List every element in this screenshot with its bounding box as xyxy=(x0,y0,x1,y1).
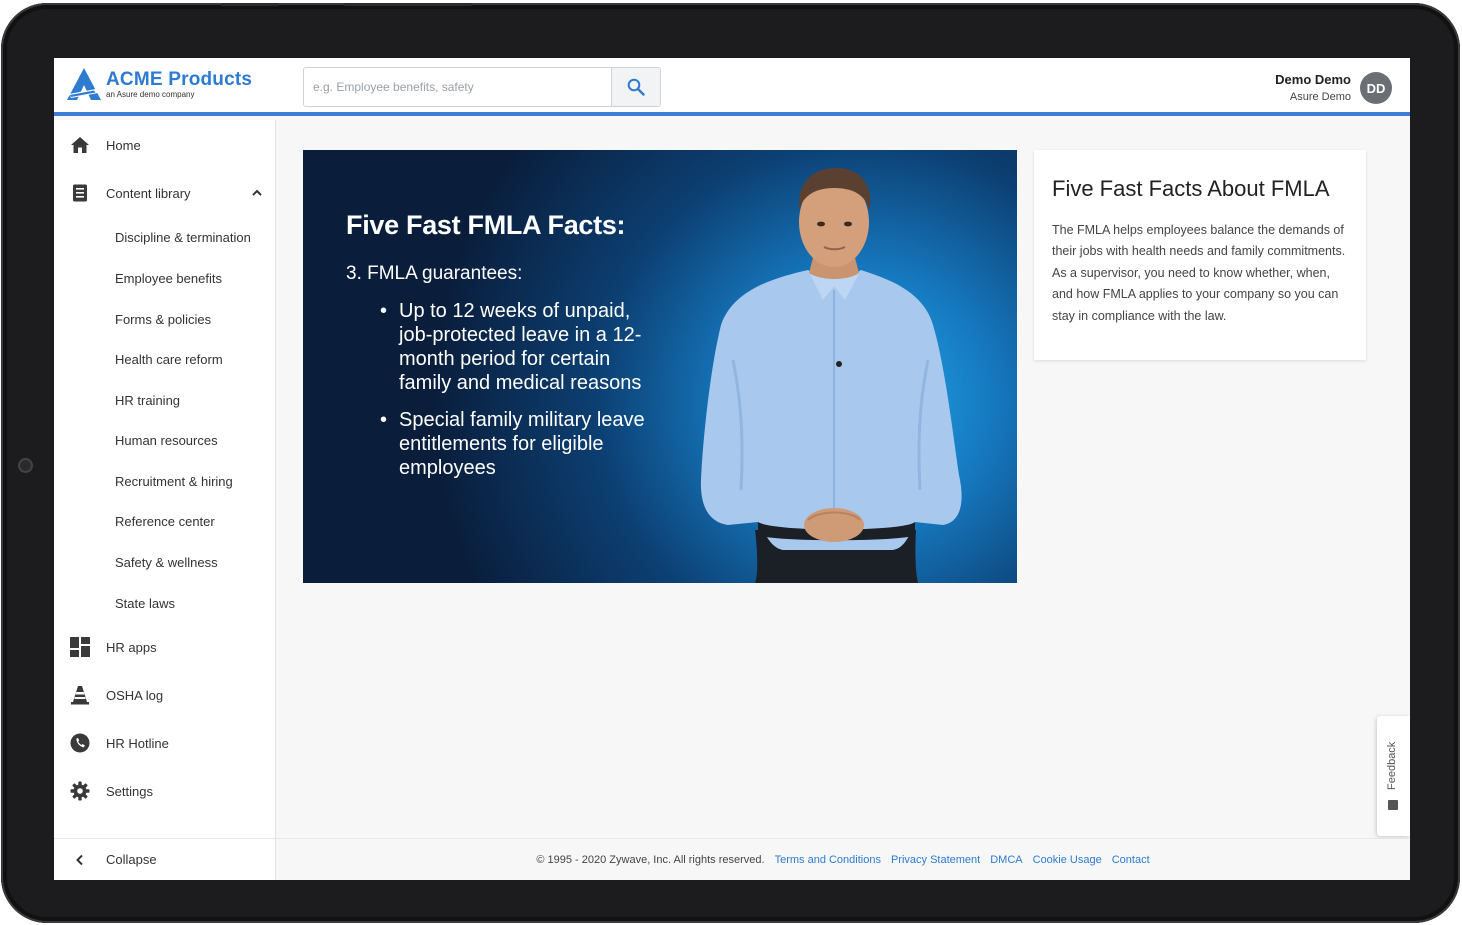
collapse-button[interactable]: Collapse xyxy=(54,838,275,880)
copyright-text: © 1995 - 2020 Zywave, Inc. All rights re… xyxy=(536,853,765,866)
dmca-link[interactable]: DMCA xyxy=(990,854,1022,866)
chevron-left-icon xyxy=(69,849,91,871)
sidebar-subitem-recruitment-hiring[interactable]: Recruitment & hiring xyxy=(54,467,275,495)
tablet-frame: ACME Products an Asure demo company Demo… xyxy=(1,3,1460,923)
collapse-label: Collapse xyxy=(106,852,157,867)
top-header: ACME Products an Asure demo company Demo… xyxy=(54,58,1410,116)
apps-grid-icon xyxy=(69,636,91,658)
sidebar-subitem-label: State laws xyxy=(115,595,175,611)
sidebar-item-settings[interactable]: Settings xyxy=(54,773,275,809)
search-button[interactable] xyxy=(611,68,660,106)
sidebar-item-content-library[interactable]: Content library xyxy=(54,175,275,211)
sidebar-subitem-label: Forms & policies xyxy=(115,311,212,327)
search-input[interactable] xyxy=(304,68,612,106)
sidebar-subitem-hr-training[interactable]: HR training xyxy=(54,386,275,414)
sidebar-item-label: Content library xyxy=(106,185,191,201)
sidebar-subitem-employee-benefits[interactable]: Employee benefits xyxy=(54,264,275,292)
volume-button xyxy=(344,3,472,6)
sidebar-item-label: HR Hotline xyxy=(106,735,169,751)
sidebar-subitem-label: Reference center xyxy=(115,513,215,529)
fact-card: Five Fast Facts About FMLA The FMLA help… xyxy=(1034,150,1366,360)
search-box xyxy=(303,67,661,107)
app-screen: ACME Products an Asure demo company Demo… xyxy=(54,58,1410,880)
sidebar-item-label: Settings xyxy=(106,783,153,799)
sidebar-subitem-human-resources[interactable]: Human resources xyxy=(54,426,275,454)
sidebar-item-hr-hotline[interactable]: HR Hotline xyxy=(54,725,275,761)
chevron-up-icon[interactable] xyxy=(251,187,263,199)
privacy-link[interactable]: Privacy Statement xyxy=(891,854,980,866)
sidebar-item-home[interactable]: Home xyxy=(54,127,275,163)
sidebar-subitem-label: Discipline & termination xyxy=(115,229,251,245)
sidebar-subitem-label: Safety & wellness xyxy=(115,554,218,570)
document-list-icon xyxy=(69,182,91,204)
fact-card-title: Five Fast Facts About FMLA xyxy=(1052,176,1330,201)
sidebar-subitem-discipline[interactable]: Discipline & termination xyxy=(54,223,275,251)
sidebar-subitem-reference-center[interactable]: Reference center xyxy=(54,507,275,535)
footer: © 1995 - 2020 Zywave, Inc. All rights re… xyxy=(276,838,1410,880)
home-icon xyxy=(69,134,91,156)
sidebar-item-osha-log[interactable]: OSHA log xyxy=(54,677,275,713)
sidebar: Home Content library Discipline & termin… xyxy=(54,120,276,880)
sidebar-subitem-state-laws[interactable]: State laws xyxy=(54,589,275,617)
sidebar-subitem-label: Human resources xyxy=(115,432,218,448)
cookie-usage-link[interactable]: Cookie Usage xyxy=(1033,854,1102,866)
sidebar-subitem-label: Employee benefits xyxy=(115,270,222,286)
video-player[interactable]: Five Fast FMLA Facts: 3. FMLA guarantees… xyxy=(303,150,1017,583)
sidebar-item-label: Home xyxy=(106,137,141,153)
logo-title: ACME Products xyxy=(106,69,253,90)
gear-icon xyxy=(69,780,91,802)
user-org: Asure Demo xyxy=(1289,91,1351,103)
acme-logo[interactable]: ACME Products an Asure demo company xyxy=(66,67,276,103)
search-icon xyxy=(627,78,645,96)
fact-card-body: The FMLA helps employees balance the dem… xyxy=(1052,223,1346,323)
sidebar-subitem-safety-wellness[interactable]: Safety & wellness xyxy=(54,548,275,576)
avatar[interactable]: DD xyxy=(1360,72,1392,104)
user-info: Demo Demo Asure Demo xyxy=(1275,71,1351,105)
feedback-icon xyxy=(1388,800,1398,810)
sidebar-subitem-label: HR training xyxy=(115,392,181,408)
sidebar-subitem-label: Health care reform xyxy=(115,351,223,367)
logo-subtitle: an Asure demo company xyxy=(106,90,195,99)
presenter-image xyxy=(700,168,962,583)
logo-mark-icon xyxy=(67,68,101,100)
sidebar-item-label: HR apps xyxy=(106,639,157,655)
sidebar-subitem-forms-policies[interactable]: Forms & policies xyxy=(54,305,275,333)
user-menu[interactable]: Demo Demo Asure Demo DD xyxy=(1275,70,1392,106)
sidebar-subitem-label: Recruitment & hiring xyxy=(115,473,233,489)
terms-link[interactable]: Terms and Conditions xyxy=(775,854,881,866)
contact-link[interactable]: Contact xyxy=(1112,854,1150,866)
front-camera xyxy=(18,458,33,473)
sidebar-item-label: OSHA log xyxy=(106,687,164,703)
traffic-cone-icon xyxy=(69,684,91,706)
sidebar-item-hr-apps[interactable]: HR apps xyxy=(54,629,275,665)
feedback-tab[interactable]: Feedback xyxy=(1377,716,1410,836)
power-button xyxy=(221,3,279,6)
feedback-label: Feedback xyxy=(1386,741,1398,790)
user-name: Demo Demo xyxy=(1275,72,1351,87)
sidebar-subitem-health-care-reform[interactable]: Health care reform xyxy=(54,345,275,373)
phone-icon xyxy=(69,732,91,754)
